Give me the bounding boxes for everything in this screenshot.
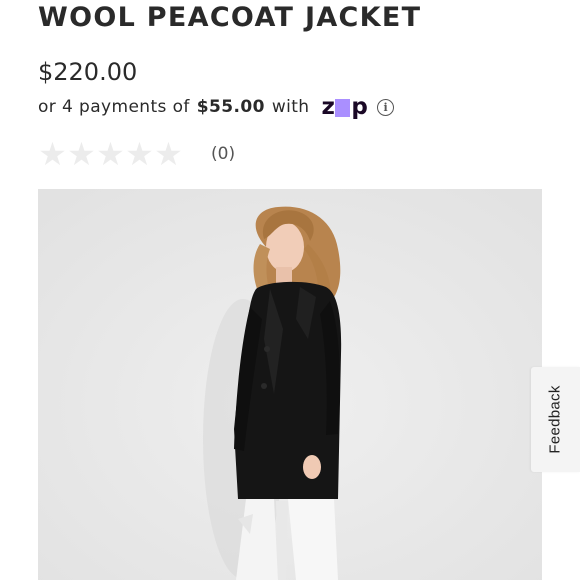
review-count-link[interactable]: (0) bbox=[211, 144, 235, 164]
zip-logo: zp bbox=[321, 94, 368, 120]
feedback-label: Feedback bbox=[547, 385, 564, 454]
installment-suffix: with bbox=[271, 97, 310, 117]
product-title: WOOL PEACOAT JACKET bbox=[38, 2, 422, 33]
info-icon[interactable]: i bbox=[377, 98, 395, 116]
model-photo bbox=[38, 189, 542, 580]
product-rating[interactable]: ★ ★ ★ ★ ★ (0) bbox=[38, 138, 235, 170]
star-icon: ★ bbox=[154, 135, 183, 173]
product-image[interactable] bbox=[38, 189, 542, 580]
installment-prefix: or 4 payments of bbox=[38, 97, 190, 117]
product-price: $220.00 bbox=[38, 58, 138, 86]
star-icon: ★ bbox=[96, 135, 125, 173]
installment-info: or 4 payments of $55.00 with zp i bbox=[38, 94, 395, 120]
star-icon: ★ bbox=[67, 135, 96, 173]
star-icon: ★ bbox=[125, 135, 154, 173]
rating-stars: ★ ★ ★ ★ ★ bbox=[38, 138, 183, 170]
star-icon: ★ bbox=[38, 135, 67, 173]
feedback-tab[interactable]: Feedback bbox=[531, 367, 580, 472]
product-page: WOOL PEACOAT JACKET $220.00 or 4 payment… bbox=[0, 0, 580, 580]
installment-amount: $55.00 bbox=[196, 97, 265, 117]
